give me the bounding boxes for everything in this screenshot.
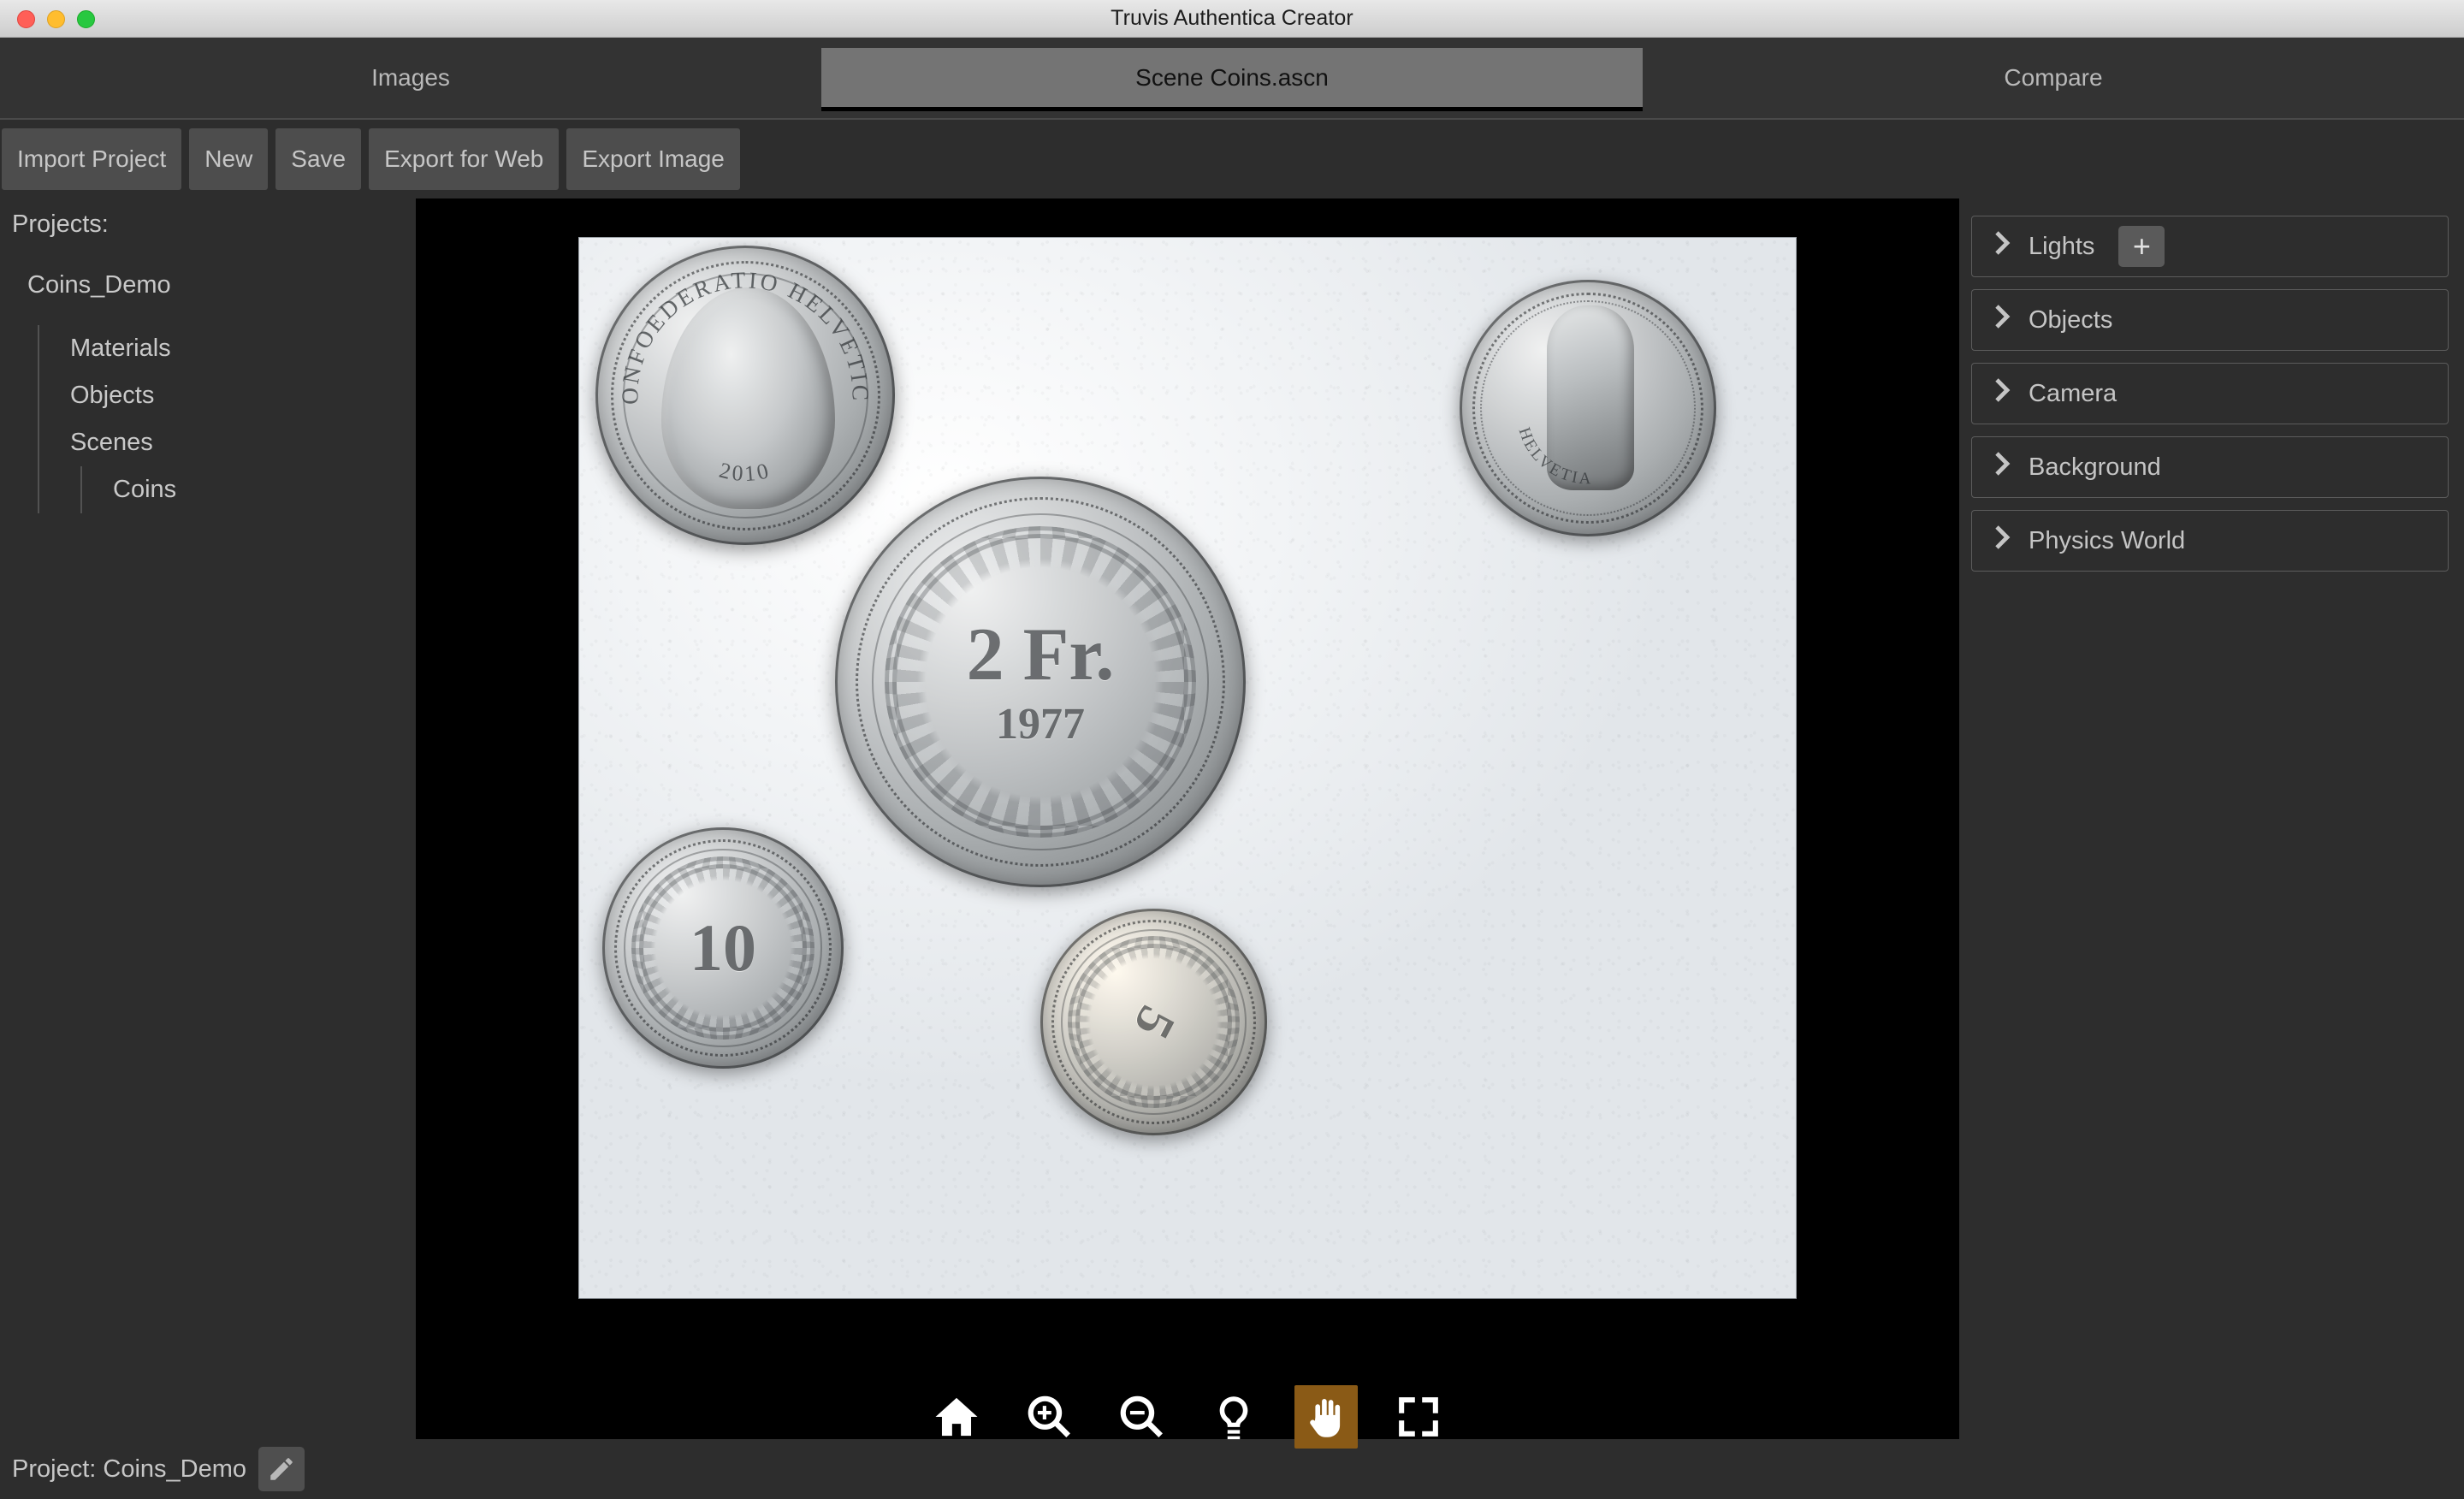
export-image-button[interactable]: Export Image: [566, 128, 740, 190]
projects-header: Projects:: [12, 210, 109, 238]
coin-denomination-10rp: 10: [690, 910, 756, 986]
tab-images[interactable]: Images: [0, 38, 821, 118]
tree-item-scene-coins[interactable]: Coins: [104, 466, 416, 513]
section-objects[interactable]: Objects: [1971, 289, 2449, 351]
home-icon: [935, 1397, 978, 1437]
tree-item-project[interactable]: Coins_Demo: [12, 271, 416, 299]
svg-text:CONFOEDERATIO HELVETICA: CONFOEDERATIO HELVETICA: [598, 246, 874, 405]
coin-year-arc: 2010: [717, 458, 771, 486]
chevron-right-icon: [1993, 451, 2011, 483]
minimize-button[interactable]: [47, 10, 65, 28]
zoom-in-button[interactable]: [1017, 1385, 1081, 1449]
coins-photograph: 2 Fr. 1977 10 5 ONFOEDERATIO HELVETIC 20…: [578, 237, 1797, 1299]
coin-legend-arc: HELVETIA: [1470, 290, 1706, 526]
chevron-right-icon: [1993, 304, 2011, 336]
hand-icon: [1310, 1399, 1341, 1437]
tab-scene-coins[interactable]: Scene Coins.ascn: [821, 38, 1643, 118]
coin-confoederatio-helvetica: CONFOEDERATIO HELVETICA 2010: [595, 246, 895, 545]
main-toolbar: Import Project New Save Export for Web E…: [0, 121, 2464, 197]
tab-scene-coins-label: Scene Coins.ascn: [821, 48, 1643, 111]
section-objects-label: Objects: [2029, 305, 2113, 334]
window-titlebar: Truvis Authentica Creator: [0, 0, 2464, 38]
new-button[interactable]: New: [189, 128, 269, 190]
coin-2fr-value: 2 Fr.: [966, 613, 1115, 696]
maximize-button[interactable]: [77, 10, 95, 28]
tab-bar: Images Scene Coins.ascn Compare: [0, 38, 2464, 120]
tab-compare[interactable]: Compare: [1643, 38, 2464, 118]
tab-compare-label: Compare: [2004, 64, 2103, 91]
import-project-button[interactable]: Import Project: [2, 128, 182, 190]
coin-legend-arc: CONFOEDERATIO HELVETICA 2010: [598, 246, 883, 533]
fit-to-view-button[interactable]: [1387, 1385, 1450, 1449]
window-title: Truvis Authentica Creator: [1111, 6, 1353, 30]
section-lights-label: Lights: [2029, 232, 2095, 260]
close-button[interactable]: [17, 10, 35, 28]
tree-item-scenes[interactable]: Scenes: [62, 419, 416, 466]
home-icon-button[interactable]: [925, 1385, 988, 1449]
scene-viewport[interactable]: 2 Fr. 1977 10 5 ONFOEDERATIO HELVETIC 20…: [416, 198, 1959, 1460]
section-camera[interactable]: Camera: [1971, 363, 2449, 424]
status-project-label: Project: Coins_Demo: [12, 1455, 246, 1483]
svg-text:HELVETIA: HELVETIA: [1514, 425, 1593, 488]
light-toggle-button[interactable]: [1202, 1385, 1265, 1449]
coin-helvetia-legend: HELVETIA: [1514, 425, 1590, 488]
coin-10-rappen: 10: [602, 827, 844, 1069]
pencil-icon: [270, 1458, 293, 1480]
tab-images-label: Images: [371, 64, 450, 91]
section-physics-world-label: Physics World: [2029, 526, 2186, 554]
section-physics-world[interactable]: Physics World: [1971, 510, 2449, 572]
coin-denomination-2fr: 2 Fr. 1977: [966, 613, 1115, 749]
tree-item-objects[interactable]: Objects: [62, 372, 416, 419]
section-lights[interactable]: Lights +: [1971, 216, 2449, 277]
zoom-in-icon: [1028, 1395, 1070, 1437]
project-sidebar: Projects: Coins_Demo Materials Objects S…: [0, 197, 416, 1439]
pan-tool-button[interactable]: [1294, 1385, 1358, 1449]
svg-text:2010: 2010: [717, 458, 773, 486]
zoom-out-icon: [1120, 1395, 1163, 1437]
properties-panel: Lights + Objects Camera Background Physi…: [1959, 198, 2464, 1439]
scenes-children: Coins: [80, 466, 416, 513]
export-for-web-button[interactable]: Export for Web: [369, 128, 560, 190]
section-background[interactable]: Background: [1971, 436, 2449, 498]
chevron-right-icon: [1993, 230, 2011, 263]
coin-helvetia-standing: HELVETIA: [1460, 280, 1716, 536]
fullscreen-icon: [1399, 1397, 1438, 1437]
section-background-label: Background: [2029, 453, 2161, 481]
coin-5-rappen: 5: [1040, 909, 1267, 1135]
coin-2-franc: 2 Fr. 1977: [835, 477, 1246, 887]
coin-2fr-year: 1977: [995, 699, 1085, 749]
lightbulb-icon: [1219, 1396, 1248, 1440]
add-light-button[interactable]: +: [2118, 226, 2165, 267]
section-camera-label: Camera: [2029, 379, 2118, 407]
project-children: Materials Objects Scenes Coins: [38, 325, 416, 513]
viewport-toolbar: [416, 1385, 1959, 1449]
chevron-right-icon: [1993, 377, 2011, 410]
rename-project-button[interactable]: [258, 1447, 305, 1491]
traffic-lights: [17, 10, 95, 28]
zoom-out-button[interactable]: [1110, 1385, 1173, 1449]
coin-outer-legend: CONFOEDERATIO HELVETICA: [598, 246, 871, 405]
chevron-right-icon: [1993, 524, 2011, 557]
tree-item-materials[interactable]: Materials: [62, 325, 416, 372]
save-button[interactable]: Save: [275, 128, 362, 190]
